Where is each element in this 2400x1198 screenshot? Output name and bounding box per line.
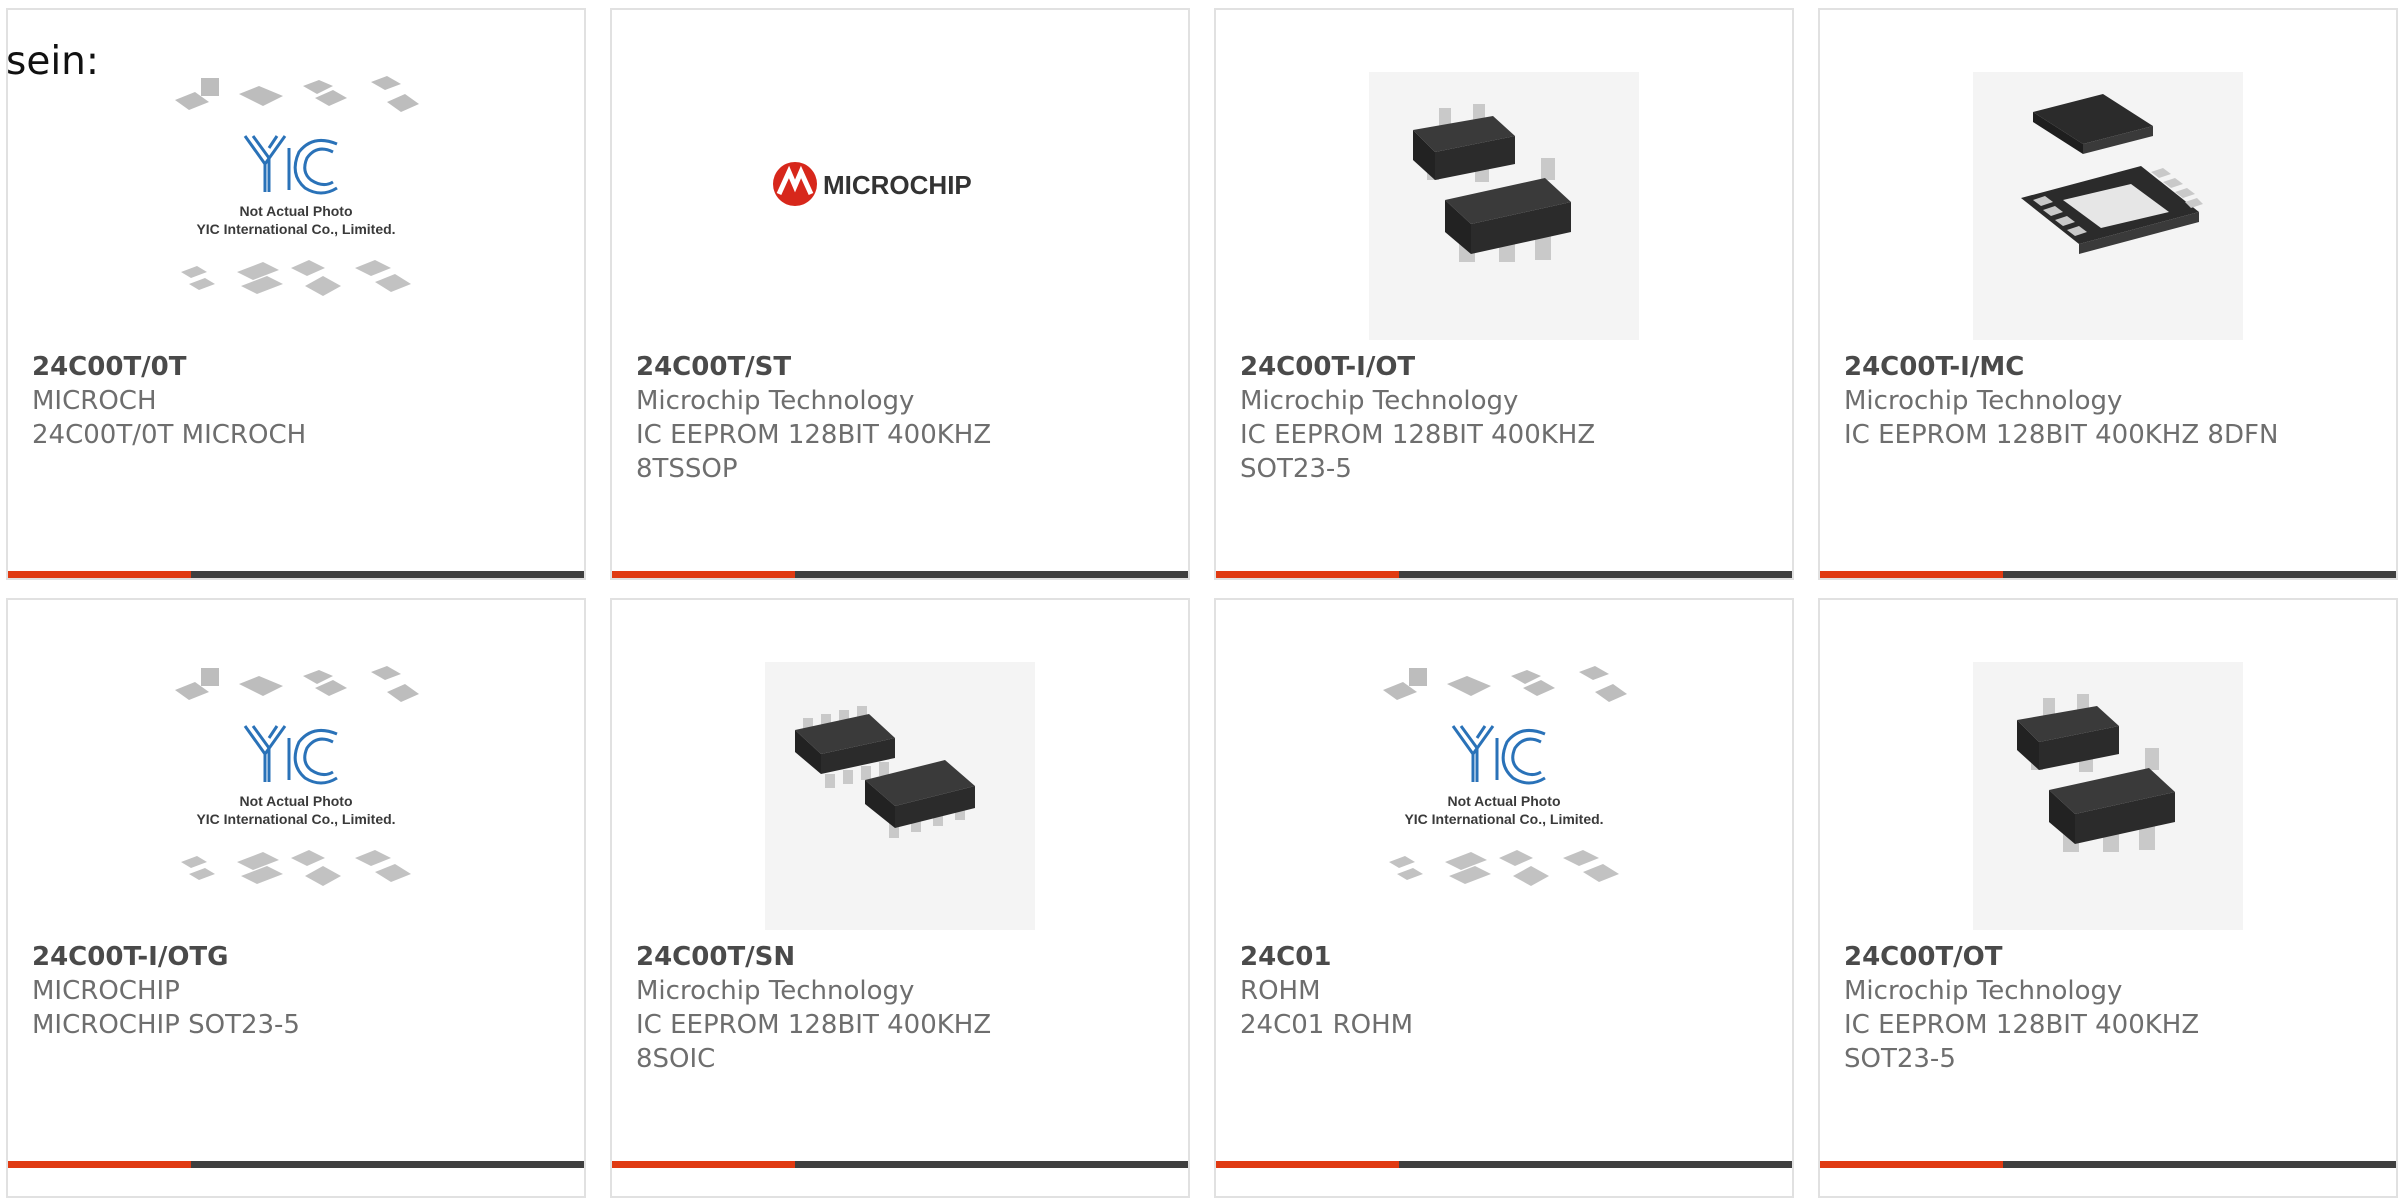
placeholder-line2: YIC International Co., Limited. (1404, 811, 1603, 827)
description: MICROCHIP SOT23-5 (32, 1010, 300, 1040)
dfn-chip-icon (1973, 72, 2243, 340)
card-bar (1216, 571, 1792, 578)
manufacturer: Microchip Technology (636, 976, 915, 1006)
card-bar (1820, 571, 2396, 578)
product-card[interactable]: 24C00T-I/OT Microchip Technology IC EEPR… (1214, 8, 1794, 580)
product-card[interactable]: Not Actual Photo YIC International Co., … (6, 8, 586, 580)
manufacturer: Microchip Technology (1844, 976, 2123, 1006)
lead-text: sein: (6, 39, 100, 84)
placeholder-line1: Not Actual Photo (1447, 793, 1560, 809)
microchip-logo-icon: MICROCHIP (765, 72, 1035, 340)
manufacturer: Microchip Technology (636, 386, 915, 416)
product-card[interactable]: 24C00T/OT Microchip Technology IC EEPROM… (1818, 598, 2398, 1198)
manufacturer: Microchip Technology (1240, 386, 1519, 416)
placeholder-line2: YIC International Co., Limited. (196, 221, 395, 237)
part-number[interactable]: 24C00T/SN (636, 940, 1168, 974)
manufacturer: MICROCHIP (32, 976, 180, 1006)
description: 24C00T/0T MICROCH (32, 420, 307, 450)
placeholder-line2: YIC International Co., Limited. (196, 811, 395, 827)
sot23-chip-icon (1973, 662, 2243, 930)
description-package: SOT23-5 (1240, 454, 1352, 484)
part-number[interactable]: 24C00T-I/MC (1844, 350, 2376, 384)
card-bar (8, 571, 584, 578)
yic-placeholder-icon: Not Actual Photo YIC International Co., … (161, 72, 431, 340)
placeholder-line1: Not Actual Photo (239, 793, 352, 809)
card-bar (1820, 1161, 2396, 1168)
sot23-chip-icon (1369, 72, 1639, 340)
part-number[interactable]: 24C00T/0T (32, 350, 564, 384)
description: IC EEPROM 128BIT 400KHZ (1844, 1010, 2200, 1040)
description: 24C01 ROHM (1240, 1010, 1414, 1040)
card-bar (8, 1161, 584, 1168)
yic-placeholder-icon: Not Actual Photo YIC International Co., … (1369, 662, 1639, 930)
product-card[interactable]: Not Actual Photo YIC International Co., … (1214, 598, 1794, 1198)
yic-placeholder-icon: Not Actual Photo YIC International Co., … (161, 662, 431, 930)
manufacturer: Microchip Technology (1844, 386, 2123, 416)
card-bar (612, 571, 1188, 578)
card-bar (1216, 1161, 1792, 1168)
part-number[interactable]: 24C00T/ST (636, 350, 1168, 384)
product-card[interactable]: 24C00T-I/MC Microchip Technology IC EEPR… (1818, 8, 2398, 580)
description-package: 8SOIC (636, 1044, 716, 1074)
product-card[interactable]: MICROCHIP 24C00T/ST Microchip Technology… (610, 8, 1190, 580)
product-card[interactable]: Not Actual Photo YIC International Co., … (6, 598, 586, 1198)
manufacturer: MICROCH (32, 386, 157, 416)
manufacturer: ROHM (1240, 976, 1321, 1006)
description: IC EEPROM 128BIT 400KHZ (636, 1010, 992, 1040)
description-package: 8TSSOP (636, 454, 738, 484)
part-number[interactable]: 24C00T-I/OTG (32, 940, 564, 974)
description-package: SOT23-5 (1844, 1044, 1956, 1074)
part-number[interactable]: 24C01 (1240, 940, 1772, 974)
card-bar (612, 1161, 1188, 1168)
description: IC EEPROM 128BIT 400KHZ (1240, 420, 1596, 450)
soic-chip-icon (765, 662, 1035, 930)
product-card[interactable]: 24C00T/SN Microchip Technology IC EEPROM… (610, 598, 1190, 1198)
placeholder-line1: Not Actual Photo (239, 203, 352, 219)
part-number[interactable]: 24C00T-I/OT (1240, 350, 1772, 384)
microchip-logo-text: MICROCHIP (823, 170, 972, 200)
description: IC EEPROM 128BIT 400KHZ 8DFN (1844, 420, 2279, 450)
part-number[interactable]: 24C00T/OT (1844, 940, 2376, 974)
description: IC EEPROM 128BIT 400KHZ (636, 420, 992, 450)
